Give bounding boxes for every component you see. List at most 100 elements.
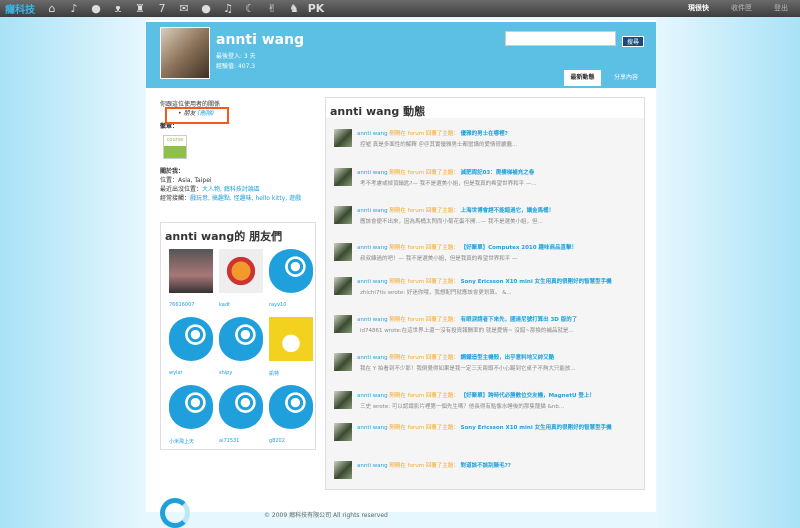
home-icon[interactable]: ⌂ <box>41 2 63 15</box>
pk-link[interactable]: PK <box>305 2 327 15</box>
user-thumbnail[interactable] <box>334 243 352 261</box>
friend-avatar[interactable] <box>219 317 263 361</box>
feed-action: 回覆了主題： <box>425 208 459 214</box>
hand-icon[interactable]: ✌ <box>261 2 283 15</box>
friend-item[interactable]: wylar <box>169 317 217 385</box>
friend-avatar[interactable] <box>269 385 313 429</box>
friend-avatar[interactable] <box>269 249 313 293</box>
user-thumbnail[interactable] <box>334 277 352 295</box>
friend-item[interactable]: 76616007 <box>169 249 217 317</box>
feed-user[interactable]: annti wang <box>357 170 388 176</box>
friend-item[interactable]: ai71531 <box>219 385 267 453</box>
feed-forum[interactable]: forum <box>408 208 424 214</box>
feed-topic-link[interactable]: 【好聚單】Computex 2010 趣味商品直擊！ <box>461 245 577 251</box>
feed-item: annti wang 剛剛在 forum 回覆了主題： 優雅的男士在哪裡? 控噓… <box>334 129 639 154</box>
friend-name[interactable]: kadt <box>219 302 267 308</box>
search-input[interactable] <box>505 31 616 46</box>
phone-icon[interactable]: ☾ <box>239 2 261 15</box>
feed-topic-link[interactable]: 對道該不該刮腋毛?? <box>461 463 511 469</box>
logout-link[interactable]: 登出 <box>774 3 788 13</box>
location: 位置：Asia, Taipei <box>160 177 212 184</box>
friend-name[interactable]: 小米飛上天 <box>169 438 217 445</box>
feed-forum[interactable]: forum <box>408 279 424 285</box>
seven-icon[interactable]: 7 <box>151 2 173 15</box>
footer-logo <box>160 498 190 528</box>
chat-icon[interactable]: ● <box>85 2 107 15</box>
feed-forum[interactable]: forum <box>408 245 424 251</box>
friend-avatar[interactable] <box>219 249 263 293</box>
friend-item[interactable]: kadt <box>219 249 267 317</box>
friend-avatar[interactable] <box>169 249 213 293</box>
friend-name[interactable]: ai71531 <box>219 438 267 444</box>
bow-icon[interactable]: ᴥ <box>107 2 129 15</box>
feed-topic-link[interactable]: 優雅的男士在哪裡? <box>461 131 508 137</box>
feed-forum[interactable]: forum <box>408 393 424 399</box>
feed-user[interactable]: annti wang <box>357 208 388 214</box>
friend-item[interactable]: 凱特 <box>269 317 317 385</box>
feed-user[interactable]: annti wang <box>357 425 388 431</box>
user-thumbnail[interactable] <box>334 461 352 479</box>
feed-topic-link[interactable]: 上海世博會趕不能錯過它，讓金馬桶！ <box>461 208 555 214</box>
course-badge[interactable]: course <box>163 135 187 159</box>
badge-text: course <box>166 137 184 143</box>
friend-item[interactable]: 小米飛上天 <box>169 385 217 453</box>
feed-forum[interactable]: forum <box>408 317 424 323</box>
android-icon[interactable]: ♜ <box>129 2 151 15</box>
site-logo[interactable]: 癮科技 <box>5 1 41 16</box>
feed-forum[interactable]: forum <box>408 355 424 361</box>
friend-avatar[interactable] <box>169 385 213 429</box>
tab-shared[interactable]: 分享內容 <box>614 70 638 86</box>
user-thumbnail[interactable] <box>334 353 352 371</box>
inbox-link[interactable]: 收件匣 <box>731 3 752 13</box>
feed-topic-link[interactable]: 有眼淚請者下來先，國達尼號打算出 3D 版的了 <box>461 317 578 323</box>
feed-topic-link[interactable]: 減肥周記03：爬樓梯補充之卷 <box>461 170 535 176</box>
feed-item: annti wang 剛剛在 forum 回覆了主題： 【好聚單】跨時代必勝數位… <box>334 391 639 416</box>
search-button[interactable]: 搜尋 <box>622 36 644 47</box>
user-thumbnail[interactable] <box>334 315 352 333</box>
feed-item: annti wang 剛剛在 forum 回覆了主題： 【好聚單】Compute… <box>334 243 639 268</box>
user-thumbnail[interactable] <box>334 423 352 441</box>
user-thumbnail[interactable] <box>334 129 352 147</box>
game-icon[interactable]: ✉ <box>173 2 195 15</box>
friend-item[interactable]: rayv10 <box>269 249 317 317</box>
feed-topic-link[interactable]: Sony Ericsson X10 mini 女生用真的很剛好的智慧型手機 <box>461 425 612 431</box>
feed-user[interactable]: annti wang <box>357 355 388 361</box>
guitar-icon[interactable]: ♫ <box>217 2 239 15</box>
feed-topic-link[interactable]: Sony Ericsson X10 mini 女生用真的很剛好的智慧型手機 <box>461 279 612 285</box>
friend-item[interactable]: shipy <box>219 317 267 385</box>
feed-user[interactable]: annti wang <box>357 317 388 323</box>
experience: 經驗值: 407.3 <box>216 63 256 70</box>
friend-name[interactable]: rayv10 <box>269 302 317 308</box>
feed-forum[interactable]: forum <box>408 425 424 431</box>
friend-item[interactable]: g8202 <box>269 385 317 453</box>
feed-action: 剛剛在 <box>389 208 406 214</box>
user-thumbnail[interactable] <box>334 206 352 224</box>
tab-latest[interactable]: 最新動態 <box>564 70 601 86</box>
friend-name[interactable]: 凱特 <box>269 370 317 377</box>
recent-places[interactable]: 大人物, 癮科技討論區 <box>202 186 260 193</box>
feed-topic-link[interactable]: 鋼鐵造型主機殼，出乎意料地又帥又酷 <box>461 355 555 361</box>
feed-user[interactable]: annti wang <box>357 279 388 285</box>
feed-user[interactable]: annti wang <box>357 393 388 399</box>
music-icon[interactable]: ♪ <box>63 2 85 15</box>
friend-avatar[interactable] <box>169 317 213 361</box>
friend-name[interactable]: g8202 <box>269 438 317 444</box>
user-thumbnail[interactable] <box>334 168 352 186</box>
rabbit-icon[interactable]: ♞ <box>283 2 305 15</box>
pet-icon[interactable]: ● <box>195 2 217 15</box>
feed-forum[interactable]: forum <box>408 170 424 176</box>
user-link[interactable]: 現很快 <box>688 3 709 13</box>
tags[interactable]: 戲玩意, 搞趣點, 怪趣味, hello kitty, 遊戲 <box>190 195 301 202</box>
friend-name[interactable]: 76616007 <box>169 302 217 308</box>
feed-forum[interactable]: forum <box>408 463 424 469</box>
friend-name[interactable]: wylar <box>169 370 217 376</box>
feed-topic-link[interactable]: 【好聚單】跨時代必勝數位交友機，MagnetU 登上！ <box>461 393 595 399</box>
feed-forum[interactable]: forum <box>408 131 424 137</box>
feed-user[interactable]: annti wang <box>357 463 388 469</box>
friend-name[interactable]: shipy <box>219 370 267 376</box>
user-thumbnail[interactable] <box>334 391 352 409</box>
friend-avatar[interactable] <box>269 317 313 361</box>
feed-user[interactable]: annti wang <box>357 131 388 137</box>
friend-avatar[interactable] <box>219 385 263 429</box>
feed-user[interactable]: annti wang <box>357 245 388 251</box>
